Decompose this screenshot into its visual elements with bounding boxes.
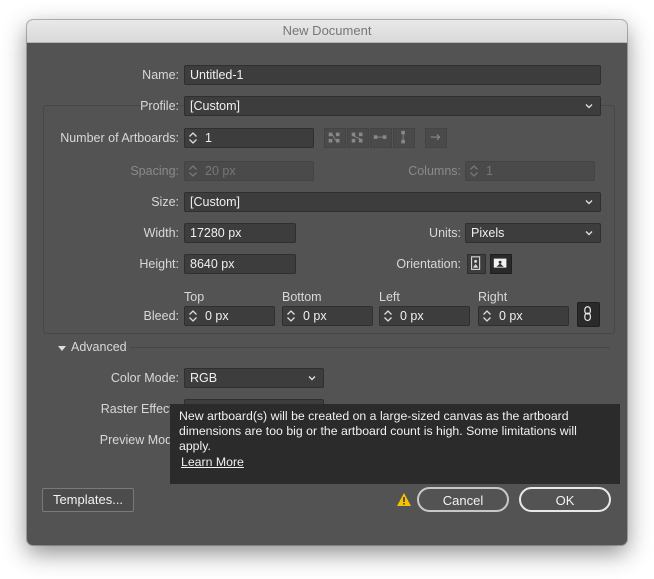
artboards-stepper[interactable]: 1 <box>184 128 314 148</box>
link-bleed-icon[interactable] <box>577 302 600 327</box>
chevron-down-icon <box>585 200 593 205</box>
units-value: Pixels <box>471 226 505 240</box>
arrange-grid-by-row-icon[interactable] <box>324 128 346 148</box>
profile-value: [Custom] <box>190 99 241 113</box>
columns-stepper[interactable]: 1 <box>465 161 595 181</box>
width-field[interactable]: 17280 px <box>184 223 296 243</box>
bleed-left-label: Left <box>379 290 400 304</box>
bleed-right-value: 0 px <box>499 309 523 323</box>
arrange-grid-by-column-icon[interactable] <box>347 128 369 148</box>
chevron-down-icon <box>585 104 593 109</box>
warning-tooltip: New artboard(s) will be created on a lar… <box>170 404 620 484</box>
landscape-orientation-icon[interactable] <box>490 254 512 274</box>
spacing-value: 20 px <box>205 164 236 178</box>
orientation-label: Orientation: <box>396 257 461 271</box>
name-label: Name: <box>142 68 179 82</box>
bleed-bottom-label: Bottom <box>282 290 322 304</box>
stepper-arrows-icon <box>470 165 478 177</box>
width-label: Width: <box>143 226 179 240</box>
bleed-bottom-stepper[interactable]: 0 px <box>282 306 373 326</box>
chevron-down-icon <box>585 231 593 236</box>
name-field[interactable]: Untitled-1 <box>184 65 601 85</box>
tooltip-message: New artboard(s) will be created on a lar… <box>179 409 577 453</box>
layout-direction-icon[interactable] <box>425 128 447 148</box>
portrait-orientation-icon[interactable] <box>467 254 486 274</box>
bleed-left-stepper[interactable]: 0 px <box>379 306 470 326</box>
arrange-by-row-icon[interactable] <box>370 128 392 148</box>
bleed-top-label: Top <box>184 290 205 304</box>
artboards-label: Number of Artboards: <box>60 131 179 145</box>
spacing-label: Spacing: <box>130 164 179 178</box>
height-field[interactable]: 8640 px <box>184 254 296 274</box>
arrange-by-column-icon[interactable] <box>393 128 415 148</box>
bleed-label: Bleed: <box>143 309 179 323</box>
color-mode-value: RGB <box>190 371 218 385</box>
chevron-down-icon <box>308 376 316 381</box>
bleed-top-value: 0 px <box>205 309 229 323</box>
templates-button[interactable]: Templates... <box>42 488 134 512</box>
columns-label: Columns: <box>408 164 461 178</box>
size-value: [Custom] <box>190 195 241 209</box>
size-select[interactable]: [Custom] <box>184 192 601 212</box>
advanced-toggle[interactable]: Advanced <box>57 340 127 356</box>
warning-icon[interactable] <box>396 492 412 507</box>
raster-effects-label: Raster Effects <box>100 402 179 416</box>
height-label: Height: <box>139 257 179 271</box>
size-label: Size: <box>151 195 179 209</box>
columns-value: 1 <box>486 164 493 178</box>
artboards-value: 1 <box>205 131 212 145</box>
spacing-stepper[interactable]: 20 px <box>184 161 314 181</box>
color-mode-select[interactable]: RGB <box>184 368 324 388</box>
profile-label: Profile: <box>140 99 179 113</box>
dialog-title: New Document <box>27 20 627 43</box>
advanced-label: Advanced <box>71 340 127 354</box>
bleed-right-label: Right <box>478 290 508 304</box>
stepper-arrows-icon[interactable] <box>187 130 199 146</box>
advanced-divider <box>130 347 610 348</box>
units-label: Units: <box>429 226 461 240</box>
stepper-arrows-icon[interactable] <box>481 308 493 324</box>
bleed-left-value: 0 px <box>400 309 424 323</box>
profile-select[interactable]: [Custom] <box>184 96 601 116</box>
bleed-bottom-value: 0 px <box>303 309 327 323</box>
cancel-button[interactable]: Cancel <box>417 487 509 512</box>
stepper-arrows-icon[interactable] <box>285 308 297 324</box>
stepper-arrows-icon <box>189 165 197 177</box>
units-select[interactable]: Pixels <box>465 223 601 243</box>
bleed-right-stepper[interactable]: 0 px <box>478 306 569 326</box>
new-document-dialog: New Document Name: Untitled-1 Profile: [… <box>27 20 627 545</box>
bleed-top-stepper[interactable]: 0 px <box>184 306 275 326</box>
disclosure-triangle-icon <box>58 345 66 351</box>
color-mode-label: Color Mode: <box>110 371 179 385</box>
stepper-arrows-icon[interactable] <box>382 308 394 324</box>
stepper-arrows-icon[interactable] <box>187 308 199 324</box>
learn-more-link[interactable]: Learn More <box>181 455 244 470</box>
preview-mode-label: Preview Mode <box>99 433 179 447</box>
ok-button[interactable]: OK <box>519 487 611 512</box>
